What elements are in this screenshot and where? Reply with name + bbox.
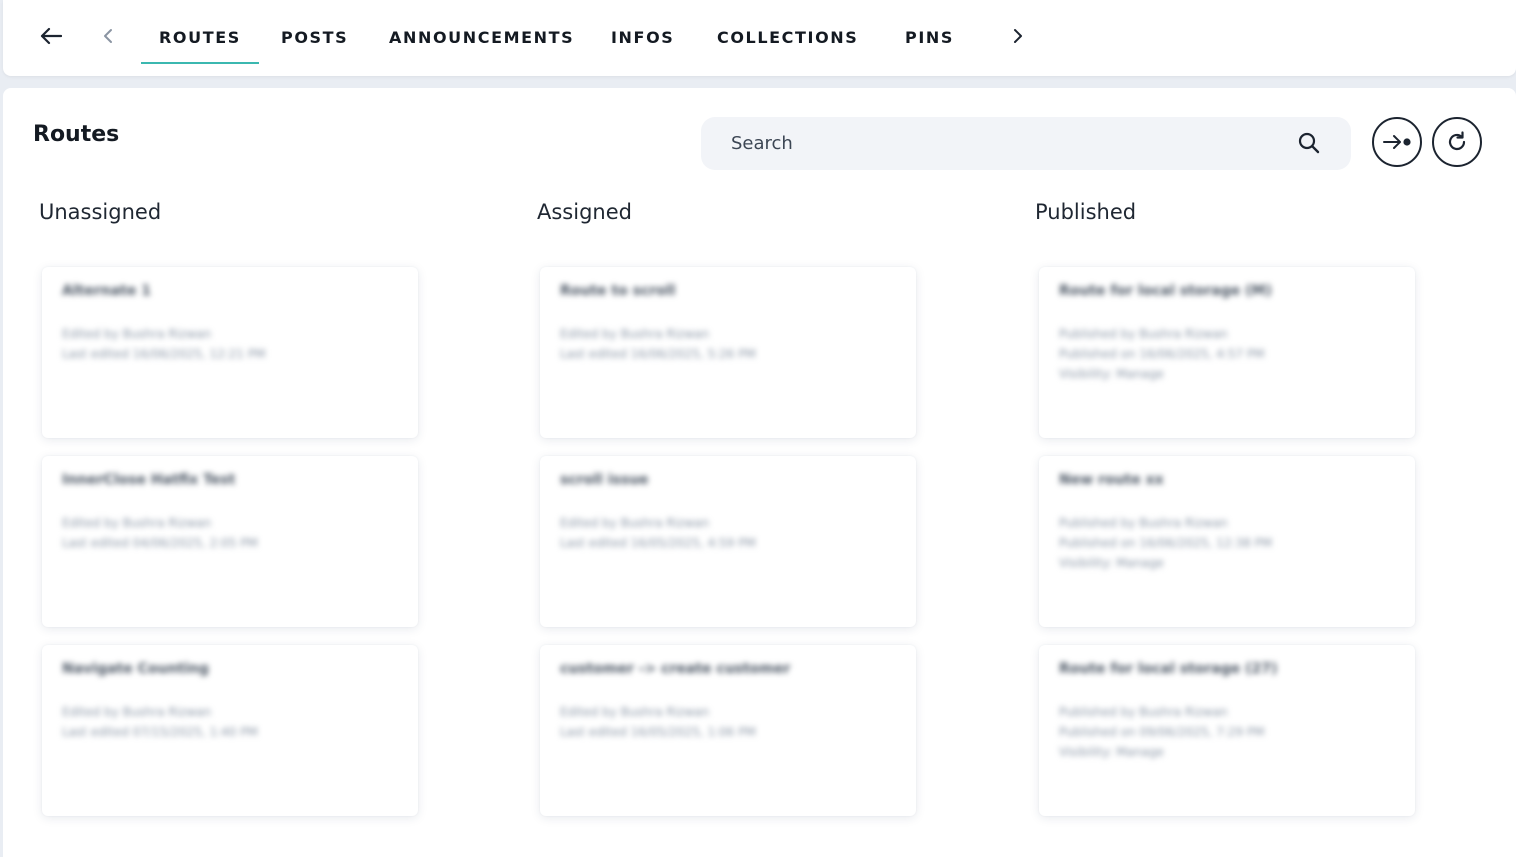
route-card[interactable]: Navigate Counting Edited by Bushra Rizwa… xyxy=(42,645,418,816)
page-title: Routes xyxy=(33,122,120,147)
refresh-button[interactable] xyxy=(1432,117,1482,167)
card-editor: Edited by Bushra Rizwan xyxy=(62,327,212,341)
card-editor: Edited by Bushra Rizwan xyxy=(62,705,212,719)
route-card[interactable]: InnerClose Hatfix Test Edited by Bushra … xyxy=(42,456,418,627)
card-visibility: Visibility: Manage xyxy=(1059,745,1164,759)
tabs-scroll-right-button[interactable] xyxy=(1007,24,1029,48)
card-title: Route to scroll xyxy=(560,283,676,299)
route-card[interactable]: Route for local storage (27) Published b… xyxy=(1039,645,1415,816)
card-visibility: Visibility: Manage xyxy=(1059,367,1164,381)
tab-infos[interactable]: INFOS xyxy=(611,28,674,50)
search-icon[interactable] xyxy=(1297,131,1321,155)
route-card[interactable]: Route to scroll Edited by Bushra Rizwan … xyxy=(540,267,916,438)
card-title: New route xx xyxy=(1059,472,1164,488)
card-timestamp: Last edited 07/15/2025, 1:40 PM xyxy=(62,725,258,739)
card-title: Route for local storage (M) xyxy=(1059,283,1272,299)
card-timestamp: Last edited 04/06/2025, 2:05 PM xyxy=(62,536,258,550)
card-editor: Edited by Bushra Rizwan xyxy=(560,705,710,719)
card-title: customer -> create customer xyxy=(560,661,791,677)
card-publisher: Published by Bushra Rizwan xyxy=(1059,705,1228,719)
back-button[interactable] xyxy=(37,22,65,50)
route-card[interactable]: New route xx Published by Bushra Rizwan … xyxy=(1039,456,1415,627)
card-publisher: Published by Bushra Rizwan xyxy=(1059,516,1228,530)
route-card[interactable]: customer -> create customer Edited by Bu… xyxy=(540,645,916,816)
card-title: Navigate Counting xyxy=(62,661,209,677)
card-editor: Edited by Bushra Rizwan xyxy=(560,327,710,341)
arrow-left-icon xyxy=(40,27,62,45)
tabs-scroll-left-button[interactable] xyxy=(97,24,119,48)
column-header-assigned: Assigned xyxy=(537,200,632,224)
card-timestamp: Last edited 16/05/2025, 4:59 PM xyxy=(560,536,756,550)
routes-panel: Routes Unassigned Assigned Published Alt… xyxy=(3,88,1516,857)
card-timestamp: Published on 16/06/2025, 12:38 PM xyxy=(1059,536,1273,550)
card-timestamp: Last edited 16/06/2025, 5:26 PM xyxy=(560,347,756,361)
tab-collections[interactable]: COLLECTIONS xyxy=(717,28,858,50)
route-card[interactable]: Alternate 1 Edited by Bushra Rizwan Last… xyxy=(42,267,418,438)
card-title: InnerClose Hatfix Test xyxy=(62,472,236,488)
top-nav-bar: ROUTES POSTS ANNOUNCEMENTS INFOS COLLECT… xyxy=(3,0,1516,76)
card-timestamp: Published on 09/06/2025, 7:29 PM xyxy=(1059,725,1265,739)
tab-announcements[interactable]: ANNOUNCEMENTS xyxy=(389,28,574,50)
card-timestamp: Last edited 16/06/2025, 12:21 PM xyxy=(62,347,266,361)
tab-posts[interactable]: POSTS xyxy=(281,28,348,50)
card-visibility: Visibility: Manage xyxy=(1059,556,1164,570)
chevron-right-icon xyxy=(1014,29,1022,43)
card-editor: Edited by Bushra Rizwan xyxy=(62,516,212,530)
card-title: scroll issue xyxy=(560,472,649,488)
route-card[interactable]: scroll issue Edited by Bushra Rizwan Las… xyxy=(540,456,916,627)
card-timestamp: Published on 16/06/2025, 4:57 PM xyxy=(1059,347,1265,361)
column-header-unassigned: Unassigned xyxy=(39,200,162,224)
card-publisher: Published by Bushra Rizwan xyxy=(1059,327,1228,341)
active-tab-indicator xyxy=(141,62,259,64)
refresh-icon xyxy=(1448,131,1466,151)
tab-pins[interactable]: PINS xyxy=(905,28,954,50)
card-timestamp: Last edited 16/05/2025, 1:06 PM xyxy=(560,725,756,739)
search-box xyxy=(701,117,1351,170)
chevron-left-icon xyxy=(104,29,112,43)
route-card[interactable]: Route for local storage (M) Published by… xyxy=(1039,267,1415,438)
tab-routes[interactable]: ROUTES xyxy=(159,28,241,50)
column-header-published: Published xyxy=(1035,200,1137,224)
card-title: Alternate 1 xyxy=(62,283,151,299)
card-editor: Edited by Bushra Rizwan xyxy=(560,516,710,530)
card-title: Route for local storage (27) xyxy=(1059,661,1278,677)
search-input[interactable] xyxy=(731,133,1271,154)
assign-button[interactable] xyxy=(1372,117,1422,167)
arrow-to-dot-icon xyxy=(1383,135,1411,149)
